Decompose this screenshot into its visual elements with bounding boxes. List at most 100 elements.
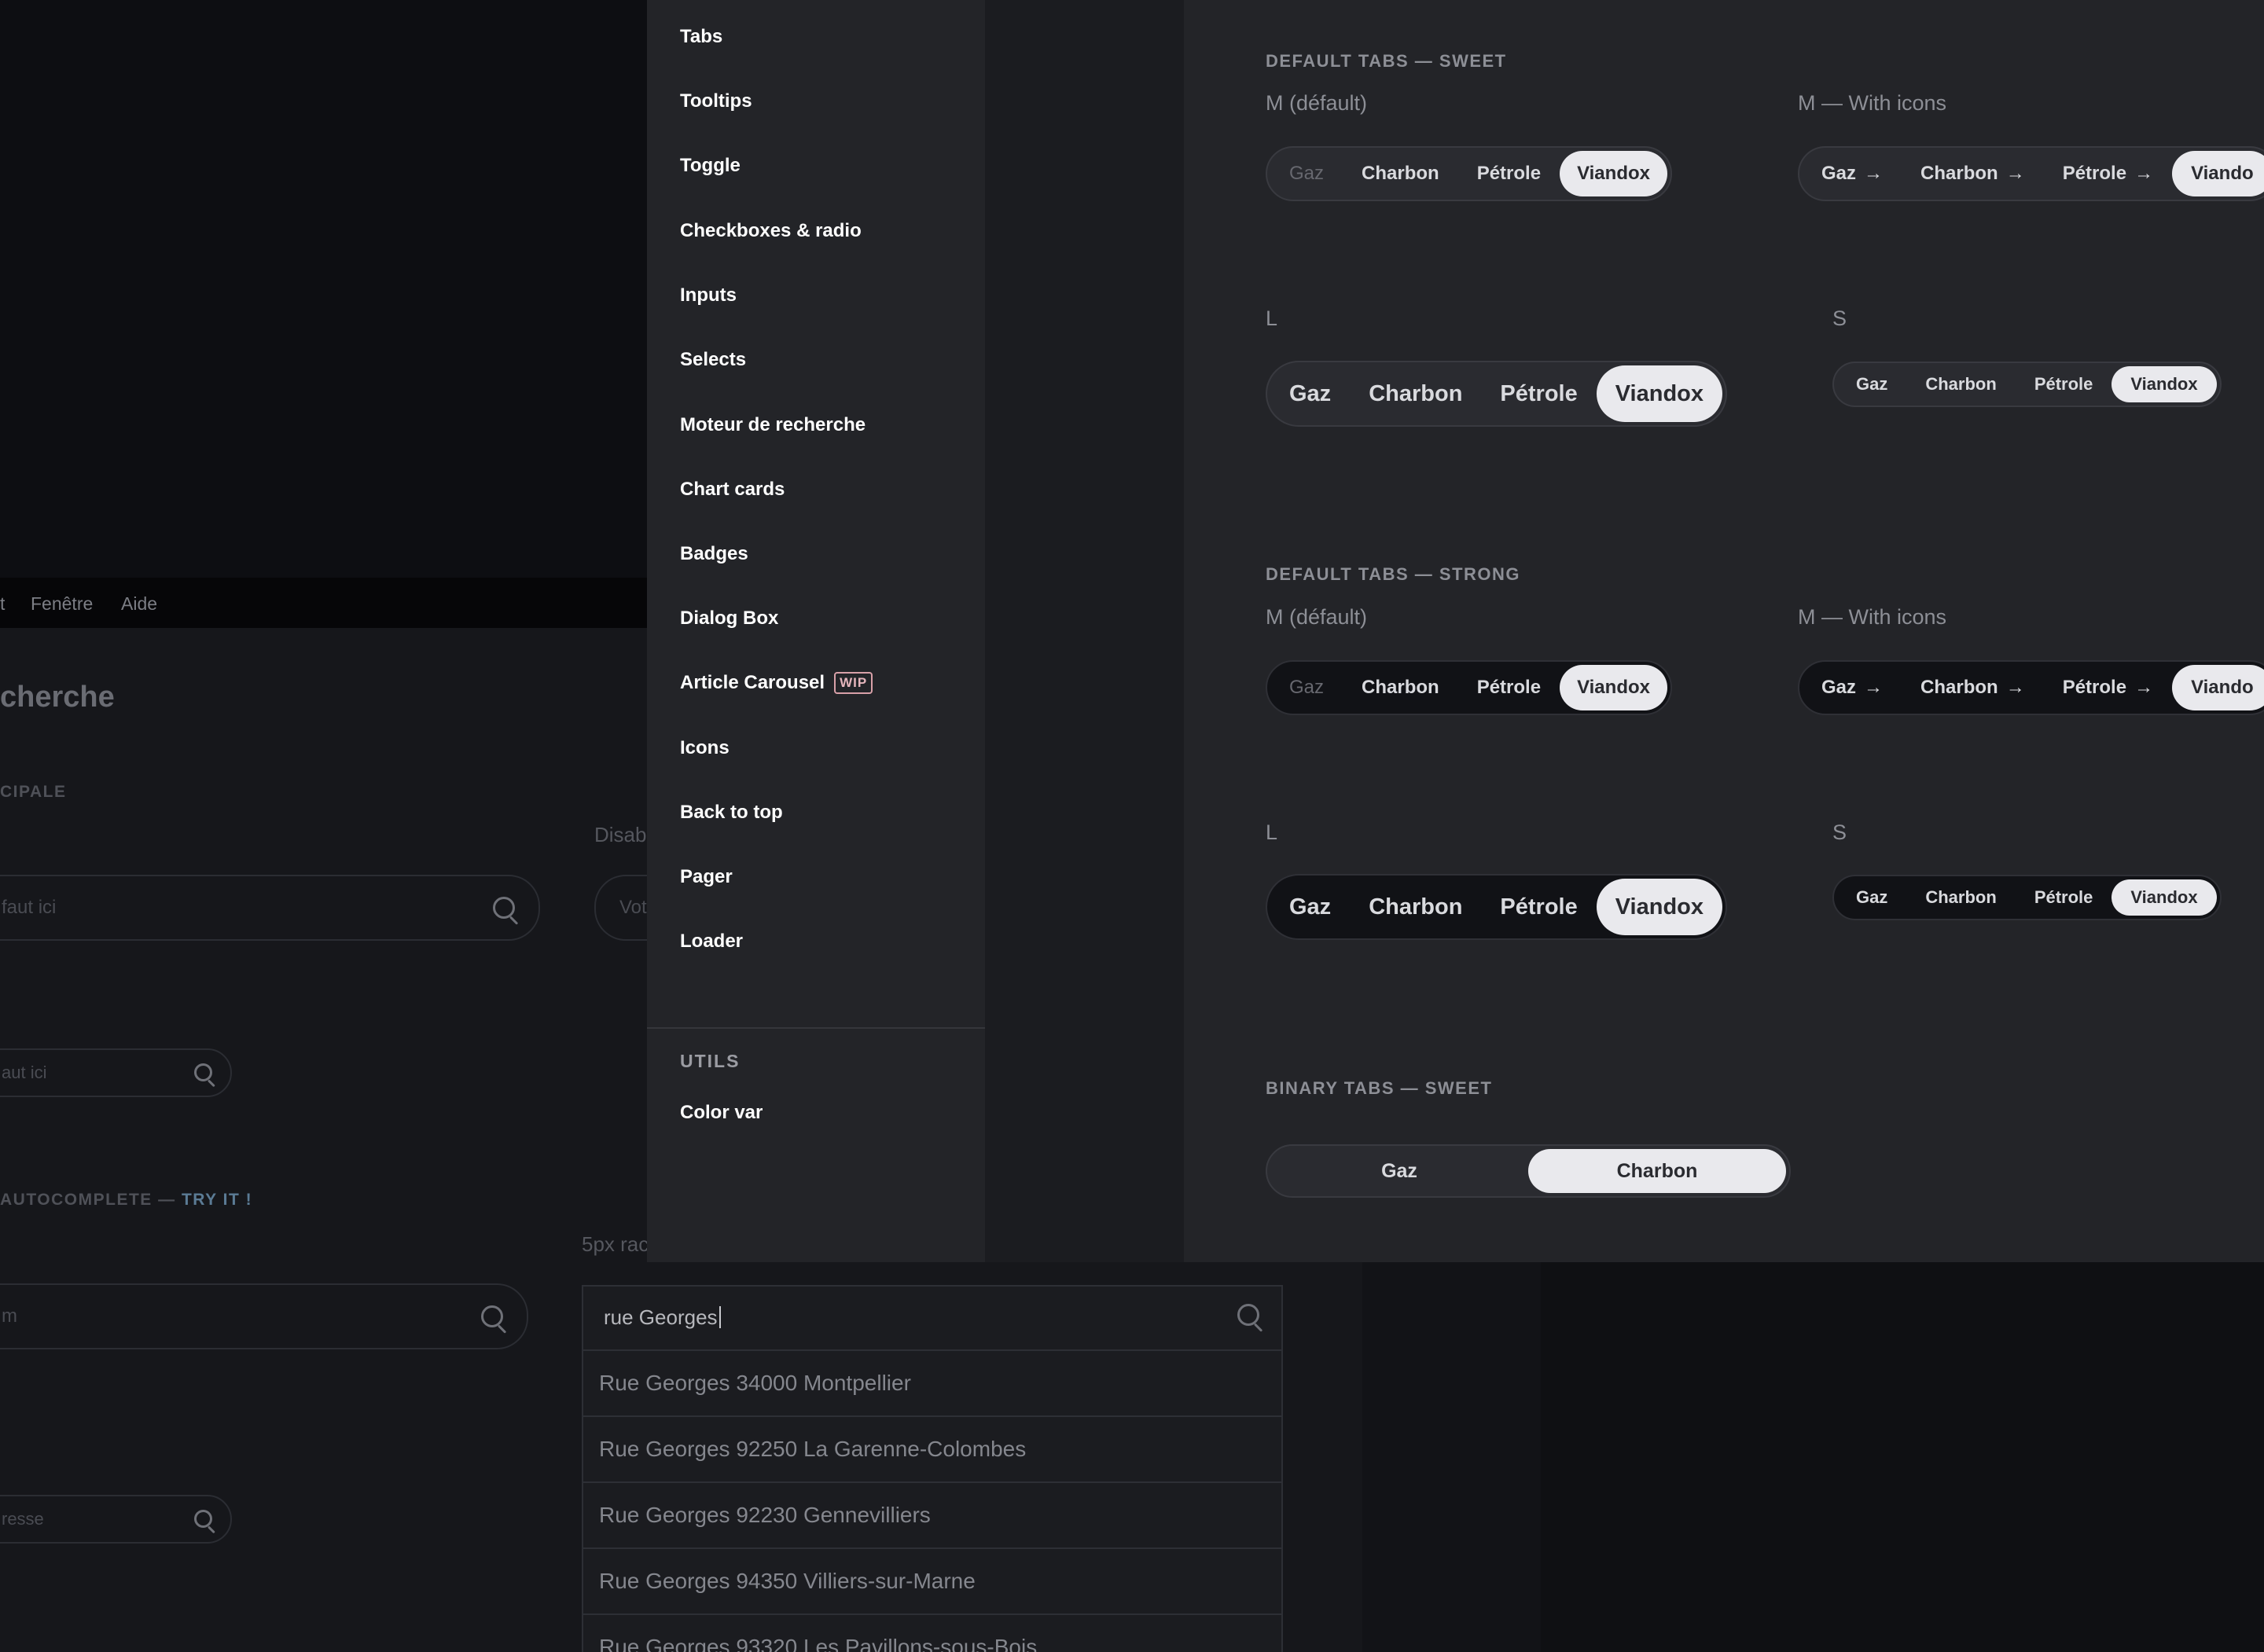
tab-viandox[interactable]: Viandox <box>1560 665 1667 710</box>
section-title-binary: BINARY TABS — SWEET <box>1266 1078 1493 1098</box>
sidebar-item-selects[interactable]: Selects <box>680 349 746 371</box>
tab-petrole[interactable]: Pétrole <box>1481 879 1596 935</box>
sidebar-item-chart-cards[interactable]: Chart cards <box>680 479 785 501</box>
tab-petrole[interactable]: Pétrole <box>2016 366 2112 402</box>
search-input-placeholder: faut ici <box>2 897 57 918</box>
section-title-sweet: DEFAULT TABS — SWEET <box>1266 51 1507 71</box>
arrow-right-icon: → <box>1864 677 1884 698</box>
background-address-input[interactable]: m <box>0 1283 528 1349</box>
tab-gaz[interactable]: Gaz <box>1270 365 1350 422</box>
tab-viandox[interactable]: Viandox <box>2111 366 2217 402</box>
section-title-strong: DEFAULT TABS — STRONG <box>1266 564 1521 584</box>
search-icon[interactable] <box>481 1305 509 1334</box>
sidebar-utils-title: UTILS <box>680 1051 741 1071</box>
sidebar-item-color-var[interactable]: Color var <box>680 1102 763 1124</box>
tab-charbon[interactable]: Charbon <box>1528 1149 1786 1193</box>
address-input-placeholder: m <box>2 1305 17 1327</box>
tab-charbon[interactable]: Charbon <box>1343 665 1458 710</box>
autocomplete-input-value: rue Georges <box>604 1305 718 1329</box>
tab-gaz[interactable]: Gaz <box>1270 879 1350 935</box>
tab-charbon[interactable]: Charbon <box>1343 151 1458 196</box>
tabs-strong-s: Gaz Charbon Pétrole Viandox <box>1832 875 2222 920</box>
sidebar-item-loader[interactable]: Loader <box>680 931 743 953</box>
autocomplete-result[interactable]: Rue Georges 93320 Les Pavillons-sous-Boi… <box>582 1615 1283 1652</box>
tab-charbon[interactable]: Charbon <box>1906 366 2015 402</box>
background-section-title: CIPALE <box>0 783 67 801</box>
arrow-right-icon: → <box>1864 163 1884 184</box>
tab-viandox[interactable]: Viando <box>2172 151 2264 196</box>
background-search-input-large[interactable]: faut ici <box>0 875 540 941</box>
sidebar-item-checkboxes-radio[interactable]: Checkboxes & radio <box>680 220 862 242</box>
tab-petrole[interactable]: Pétrole → <box>2044 665 2172 710</box>
tab-petrole[interactable]: Pétrole <box>1481 365 1596 422</box>
tab-petrole[interactable]: Pétrole <box>1458 151 1560 196</box>
tabs-sweet-s: Gaz Charbon Pétrole Viandox <box>1832 362 2222 407</box>
tab-petrole[interactable]: Pétrole <box>2016 879 2112 916</box>
sidebar-item-toggle[interactable]: Toggle <box>680 155 741 177</box>
background-search-input-small[interactable]: aut ici <box>0 1048 232 1097</box>
tabs-sweet-m: Gaz Charbon Pétrole Viandox <box>1266 146 1672 201</box>
tabs-sweet-l: Gaz Charbon Pétrole Viandox <box>1266 361 1728 427</box>
sidebar-item-dialog-box[interactable]: Dialog Box <box>680 608 778 630</box>
background-page-title: cherche <box>0 681 115 714</box>
menu-item-help[interactable]: Aide <box>121 593 157 615</box>
tab-petrole[interactable]: Pétrole → <box>2044 151 2172 196</box>
size-label-s: S <box>1832 307 1847 330</box>
background-window-top <box>0 0 647 578</box>
size-label-m: M (défault) <box>1266 605 1368 629</box>
tab-gaz[interactable]: Gaz <box>1837 366 1906 402</box>
tab-gaz: Gaz <box>1289 163 1325 184</box>
autocomplete-input[interactable]: rue Georges <box>582 1285 1283 1351</box>
tab-viandox[interactable]: Viandox <box>1596 365 1723 422</box>
tab-viandox[interactable]: Viando <box>2172 665 2264 710</box>
arrow-right-icon: → <box>2134 163 2154 184</box>
tab-charbon[interactable]: Charbon → <box>1902 665 2044 710</box>
search-icon[interactable] <box>1237 1304 1266 1332</box>
search-icon[interactable] <box>194 1510 218 1534</box>
search-icon[interactable] <box>493 897 521 925</box>
tab-gaz[interactable]: Gaz → <box>1803 151 1902 196</box>
search-icon[interactable] <box>194 1063 218 1088</box>
menu-item-window[interactable]: Fenêtre <box>31 593 93 615</box>
background-menubar <box>0 578 647 628</box>
radius-label: 5px rac <box>582 1232 649 1256</box>
tab-charbon[interactable]: Charbon <box>1350 879 1481 935</box>
sidebar-item-article-carousel[interactable]: Article Carousel WIP <box>680 672 873 694</box>
text-caret <box>719 1306 721 1328</box>
tab-gaz[interactable]: Gaz <box>1837 879 1906 916</box>
autocomplete-result[interactable]: Rue Georges 94350 Villiers-sur-Marne <box>582 1549 1283 1615</box>
autocomplete-result[interactable]: Rue Georges 92230 Gennevilliers <box>582 1483 1283 1549</box>
sidebar-item-inputs[interactable]: Inputs <box>680 285 737 307</box>
menu-item-edit[interactable]: t <box>0 593 5 615</box>
tab-charbon[interactable]: Charbon → <box>1902 151 2044 196</box>
tab-viandox[interactable]: Viandox <box>1596 879 1723 935</box>
autocomplete-result[interactable]: Rue Georges 92250 La Garenne-Colombes <box>582 1417 1283 1483</box>
size-label-m-icons: M — With icons <box>1798 91 1947 115</box>
arrow-right-icon: → <box>2005 677 2025 698</box>
sidebar-item-pager[interactable]: Pager <box>680 866 733 888</box>
sidebar-item-back-to-top[interactable]: Back to top <box>680 802 783 824</box>
arrow-right-icon: → <box>2134 677 2154 698</box>
tab-petrole[interactable]: Pétrole <box>1458 665 1560 710</box>
arrow-right-icon: → <box>2005 163 2025 184</box>
sidebar-item-icons[interactable]: Icons <box>680 737 730 759</box>
sidebar-item-tabs[interactable]: Tabs <box>680 26 722 48</box>
tab-gaz[interactable]: Gaz <box>1270 1149 1528 1193</box>
autocomplete-section-title: AUTOCOMPLETE — TRY IT ! <box>0 1191 253 1209</box>
sidebar-item-search-engine[interactable]: Moteur de recherche <box>680 414 866 436</box>
sidebar-item-badges[interactable]: Badges <box>680 543 748 565</box>
tab-charbon[interactable]: Charbon <box>1906 879 2015 916</box>
tab-gaz[interactable]: Gaz → <box>1803 665 1902 710</box>
size-label-l: L <box>1266 820 1278 844</box>
tab-viandox[interactable]: Viandox <box>2111 879 2217 916</box>
tab-charbon[interactable]: Charbon <box>1350 365 1481 422</box>
background-window-right-dark <box>1541 1262 2264 1652</box>
sidebar-divider <box>647 1027 985 1029</box>
autocomplete-result[interactable]: Rue Georges 34000 Montpellier <box>582 1351 1283 1417</box>
try-it-link[interactable]: TRY IT ! <box>182 1191 252 1209</box>
tabs-sweet-m-icons: Gaz → Charbon → Pétrole → Viando <box>1798 146 2264 201</box>
tab-viandox[interactable]: Viandox <box>1560 151 1667 196</box>
sidebar <box>647 0 985 1262</box>
background-address-input-small[interactable]: resse <box>0 1495 232 1544</box>
sidebar-item-tooltips[interactable]: Tooltips <box>680 90 752 112</box>
